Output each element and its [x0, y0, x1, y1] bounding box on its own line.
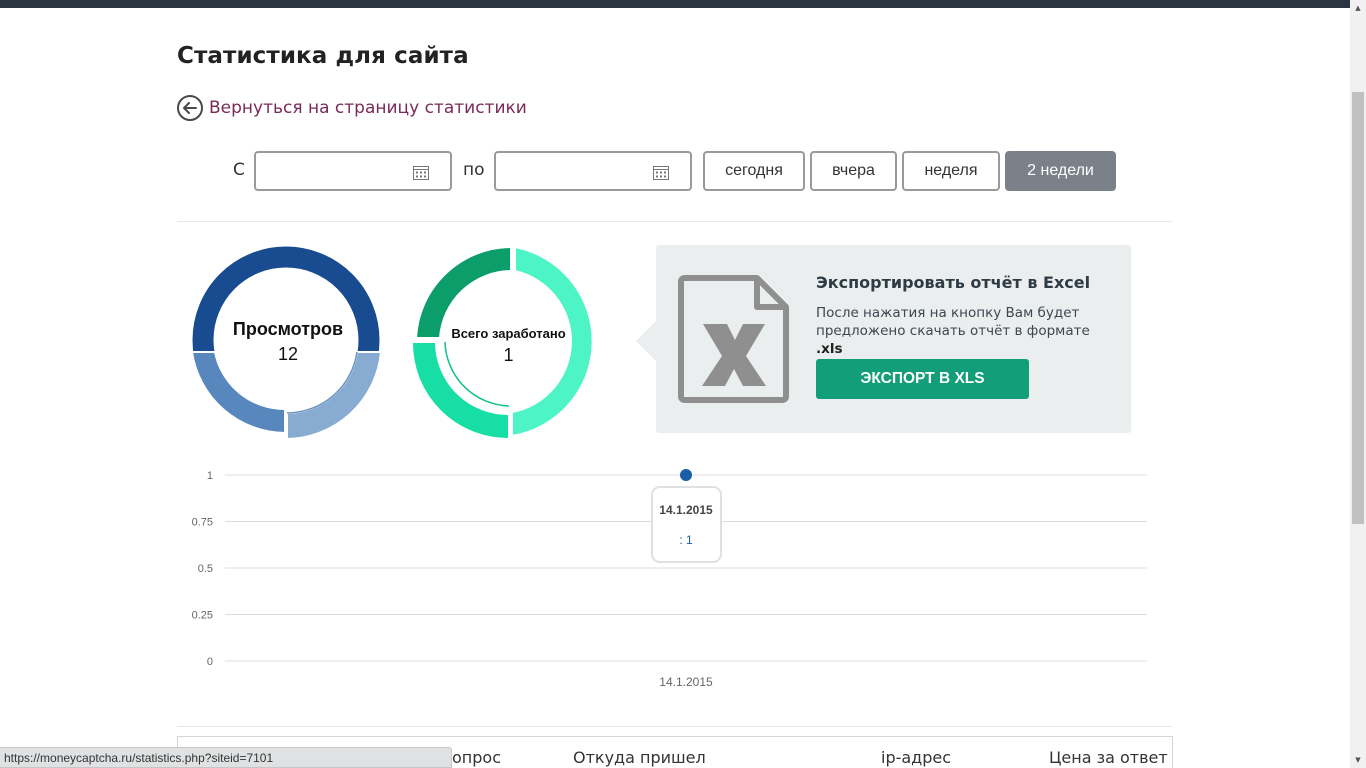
- table-header-referrer: Откуда пришел: [573, 748, 706, 767]
- export-panel-pointer: [636, 321, 656, 361]
- excel-file-icon: [678, 275, 789, 403]
- chart-tooltip: 14.1.2015 : 1: [651, 486, 722, 563]
- section-divider: [177, 726, 1172, 727]
- chart-tooltip-title: 14.1.2015: [659, 503, 713, 517]
- chart-y-tick-label: 0.5: [198, 563, 213, 575]
- period-week-button[interactable]: неделя: [902, 151, 1000, 191]
- export-description-ext: .xls: [816, 341, 843, 357]
- arrow-left-circle-icon: [177, 95, 203, 121]
- table-header-question: опрос: [452, 748, 501, 767]
- top-bar: [0, 0, 1350, 8]
- date-from-field[interactable]: [254, 151, 452, 191]
- chart-tooltip-value: : 1: [679, 533, 693, 547]
- page-scrollbar[interactable]: ▲ ▼: [1350, 0, 1366, 768]
- chart-y-tick-label: 1: [207, 470, 213, 482]
- section-divider: [177, 221, 1172, 222]
- period-two-weeks-button[interactable]: 2 недели: [1005, 151, 1116, 191]
- chart-data-point[interactable]: [680, 469, 692, 481]
- earned-donut-segment-right: [511, 245, 594, 438]
- scroll-thumb[interactable]: [1352, 92, 1364, 524]
- scroll-up-arrow-icon[interactable]: ▲: [1350, 0, 1366, 16]
- earned-donut-segment-top: [414, 245, 512, 339]
- table-header-price: Цена за ответ: [1049, 748, 1168, 767]
- period-today-button[interactable]: сегодня: [703, 151, 805, 191]
- page-title: Статистика для сайта: [177, 43, 469, 69]
- calendar-icon: [653, 166, 669, 180]
- chart-x-tick-label: 14.1.2015: [659, 675, 713, 689]
- calendar-icon: [413, 166, 429, 180]
- export-description-text: После нажатия на кнопку Вам будет предло…: [816, 305, 1090, 339]
- export-xls-button[interactable]: ЭКСПОРТ В XLS: [816, 359, 1029, 399]
- period-yesterday-button[interactable]: вчера: [810, 151, 897, 191]
- chart-y-tick-label: 0.25: [192, 610, 213, 622]
- date-filter-row: С по сегодня вчера неделя 2 недели: [177, 151, 1172, 191]
- table-header-ip: ip-адрес: [881, 748, 952, 767]
- from-label: С: [233, 160, 245, 180]
- back-to-statistics-link[interactable]: Вернуться на страницу статистики: [177, 95, 527, 121]
- daily-stats-chart: 0 0.25 0.5 0.75 1 14.1.2015 14.1.2015 : 1: [192, 469, 1147, 689]
- earned-donut-graphic: [410, 245, 594, 441]
- to-label: по: [463, 160, 485, 180]
- views-donut-chart: Просмотров 12: [190, 246, 385, 442]
- scroll-down-arrow-icon[interactable]: ▼: [1350, 752, 1366, 768]
- export-panel: Экспортировать отчёт в Excel После нажат…: [636, 245, 1131, 433]
- views-value: 12: [277, 344, 299, 364]
- export-title: Экспортировать отчёт в Excel: [816, 273, 1091, 292]
- chart-y-tick-label: 0: [207, 656, 213, 668]
- earned-label: Всего заработано: [451, 326, 566, 341]
- earned-value: 1: [503, 345, 514, 365]
- chart-y-tick-label: 0.75: [192, 517, 213, 529]
- views-label: Просмотров: [232, 319, 344, 339]
- back-link-label: Вернуться на страницу статистики: [209, 98, 527, 118]
- export-description: После нажатия на кнопку Вам будет предло…: [816, 304, 1116, 358]
- earned-donut-chart: Всего заработано 1: [410, 245, 607, 442]
- date-to-field[interactable]: [494, 151, 692, 191]
- browser-status-bar: https://moneycaptcha.ru/statistics.php?s…: [0, 747, 452, 768]
